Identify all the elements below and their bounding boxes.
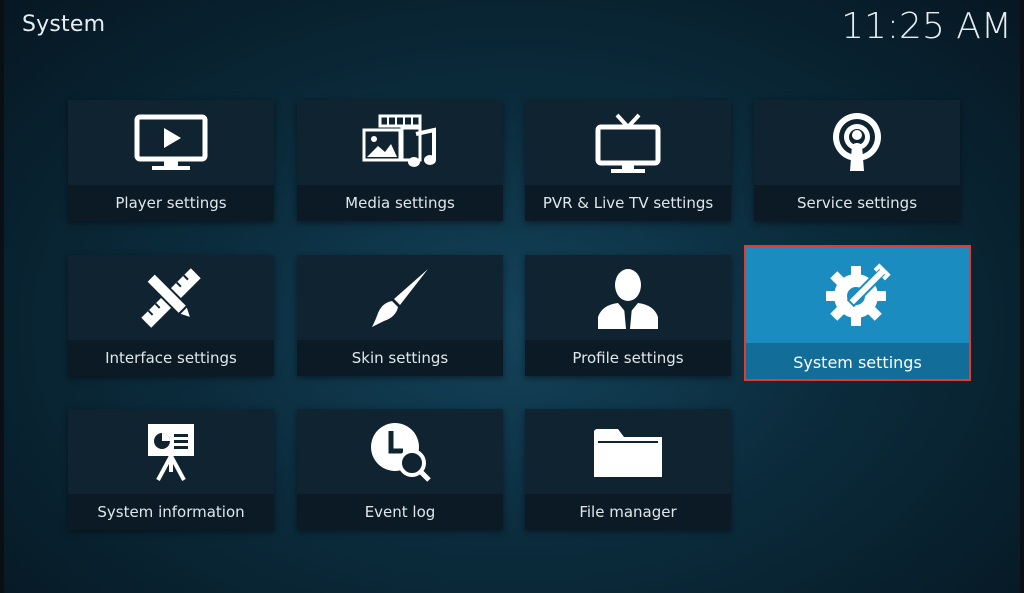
tile-label: System settings <box>744 343 971 381</box>
tile-pvr-live-tv-settings[interactable]: PVR & Live TV settings <box>525 100 731 221</box>
folder-icon <box>594 429 662 477</box>
presentation-icon <box>148 424 194 481</box>
tile-skin-settings[interactable]: Skin settings <box>297 255 503 376</box>
tile-label: File manager <box>525 494 731 530</box>
tile-service-settings[interactable]: Service settings <box>754 100 960 221</box>
tile-label: Skin settings <box>297 340 503 376</box>
tile-player-settings[interactable]: Player settings <box>68 100 274 221</box>
tile-label: PVR & Live TV settings <box>525 185 731 221</box>
tile-system-information[interactable]: System information <box>68 409 274 530</box>
tile-system-settings[interactable]: System settings <box>744 245 971 381</box>
pencil-ruler-icon <box>141 268 201 328</box>
tile-file-manager[interactable]: File manager <box>525 409 731 530</box>
user-icon <box>598 269 658 329</box>
tile-label: Event log <box>297 494 503 530</box>
tile-label: Media settings <box>297 185 503 221</box>
gear-wrench-icon <box>825 263 891 326</box>
tile-media-settings[interactable]: Media settings <box>297 100 503 221</box>
tile-label: Profile settings <box>525 340 731 376</box>
clock-search-icon <box>371 423 431 482</box>
paintbrush-icon <box>372 269 428 327</box>
tile-label: Service settings <box>754 185 960 221</box>
tile-profile-settings[interactable]: Profile settings <box>525 255 731 376</box>
media-icon <box>362 114 436 167</box>
tile-label: Player settings <box>68 185 274 221</box>
clock: 11:25 AM <box>841 6 1012 47</box>
podcast-icon <box>833 113 881 171</box>
tv-antenna-icon <box>595 113 661 173</box>
tv-play-icon <box>134 114 208 170</box>
page-title: System <box>22 12 106 37</box>
tile-interface-settings[interactable]: Interface settings <box>68 255 274 376</box>
tile-label: Interface settings <box>68 340 274 376</box>
tile-event-log[interactable]: Event log <box>297 409 503 530</box>
tile-label: System information <box>68 494 274 530</box>
